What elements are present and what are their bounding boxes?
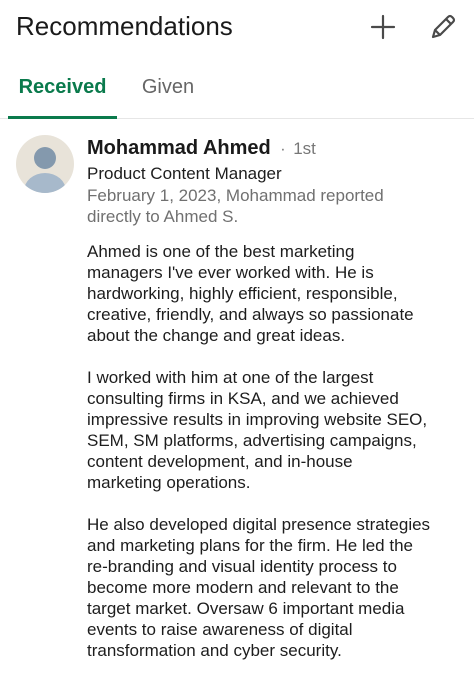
active-tab-indicator — [8, 116, 117, 119]
text-line: managers I've ever worked with. He is — [87, 263, 374, 282]
text-line: re-branding and visual identity process … — [87, 557, 397, 576]
avatar[interactable] — [16, 135, 74, 193]
relationship-line: directly to Ahmed S. — [87, 207, 239, 226]
text-line: creative, friendly, and always so passio… — [87, 305, 414, 324]
text-line: transformation and cyber security. — [87, 641, 342, 660]
separator-dot: · — [280, 141, 286, 158]
text-line: consulting firms in KSA, and we achieved — [87, 389, 399, 408]
text-line: become more modern and relevant to the — [87, 578, 399, 597]
text-line: I worked with him at one of the largest — [87, 368, 374, 387]
tab-received[interactable]: Received — [8, 68, 117, 119]
tab-given-label: Given — [141, 76, 195, 98]
text-line: impressive results in improving website … — [87, 410, 428, 429]
tab-received-label: Received — [18, 76, 107, 98]
page-title: Recommendations — [16, 11, 233, 41]
text-line: Ahmed is one of the best marketing — [87, 242, 355, 261]
recommendation-paragraph: Ahmed is one of the best marketing manag… — [87, 241, 471, 346]
avatar-head-shape — [34, 147, 56, 169]
recommendation-paragraph: I worked with him at one of the largest … — [87, 367, 471, 493]
connection-degree: 1st — [293, 139, 316, 158]
recommendation-paragraph: He also developed digital presence strat… — [87, 514, 471, 661]
text-line: and marketing plans for the firm. He led… — [87, 536, 413, 555]
add-recommendation-button[interactable] — [366, 10, 400, 44]
recommender-name-line: Mohammad Ahmed · 1st — [87, 136, 467, 162]
plus-icon — [370, 14, 396, 40]
tab-bar: Received Given — [0, 68, 474, 119]
tab-given[interactable]: Given — [132, 68, 204, 118]
text-line: hardworking, highly efficient, responsib… — [87, 284, 398, 303]
text-line: marketing operations. — [87, 473, 251, 492]
relationship-line: February 1, 2023, Mohammad reported — [87, 186, 384, 205]
recommender-headline: Product Content Manager — [87, 164, 282, 183]
text-line: events to raise awareness of digital — [87, 620, 353, 639]
text-line: about the change and great ideas. — [87, 326, 346, 345]
avatar-body-shape — [24, 173, 66, 193]
text-line: target market. Oversaw 6 important media — [87, 599, 405, 618]
pencil-icon — [431, 14, 456, 39]
recommender-name[interactable]: Mohammad Ahmed — [87, 137, 271, 159]
text-line: He also developed digital presence strat… — [87, 515, 431, 534]
edit-recommendations-button[interactable] — [426, 10, 460, 44]
recommender-info: Mohammad Ahmed · 1st Product Content Man… — [87, 136, 467, 227]
text-line: SEM, SM platforms, advertising campaigns… — [87, 431, 417, 450]
page-header: Recommendations — [0, 0, 474, 56]
text-line: content development, and in-house — [87, 452, 353, 471]
recommendation-text: Ahmed is one of the best marketing manag… — [87, 241, 471, 661]
relationship-text: February 1, 2023, Mohammad reported dire… — [87, 185, 417, 227]
